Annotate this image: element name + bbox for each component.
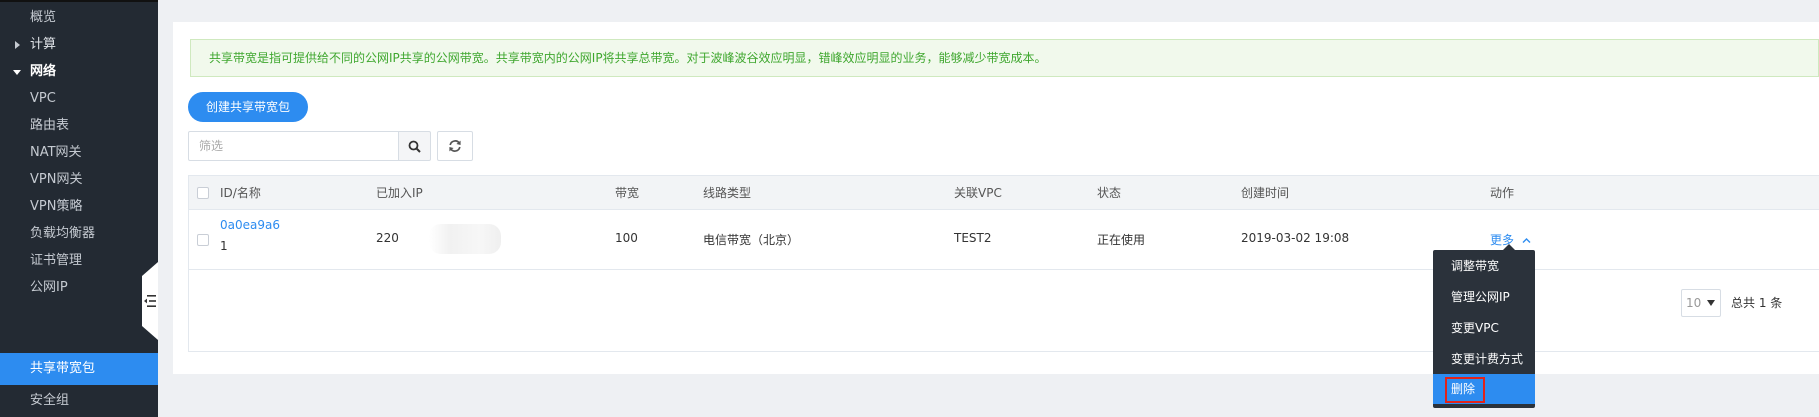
page-size-value: 10 <box>1686 296 1702 310</box>
line-type: 电信带宽（北京） <box>703 233 800 247</box>
column-header-created[interactable]: 创建时间 <box>1241 176 1289 210</box>
app-root: 概览 计算 网络 VPC 路由表 NAT网关 VPN网关 VPN策略 负载均衡器 <box>0 0 1819 417</box>
sidebar-item-shared-bandwidth[interactable]: 共享带宽包 <box>0 353 158 385</box>
menu-item-change-billing[interactable]: 变更计费方式 <box>1433 344 1535 374</box>
search-icon <box>408 140 421 153</box>
column-header-id-name[interactable]: ID/名称 <box>220 176 261 210</box>
sidebar-item-label: VPN策略 <box>30 199 83 214</box>
sidebar-item-label: 公网IP <box>30 280 68 295</box>
sidebar: 概览 计算 网络 VPC 路由表 NAT网关 VPN网关 VPN策略 负载均衡器 <box>0 0 158 417</box>
row-checkbox[interactable] <box>197 234 209 246</box>
menu-item-label: 管理公网IP <box>1451 290 1510 304</box>
bandwidth-id-link[interactable]: 0a0ea9a6 <box>220 218 280 232</box>
sidebar-item-label: VPC <box>30 91 56 106</box>
ip-redaction <box>429 224 501 254</box>
menu-item-manage-public-ip[interactable]: 管理公网IP <box>1433 282 1535 312</box>
sidebar-item-label: 网络 <box>30 64 57 79</box>
main-panel: 共享带宽是指可提供给不同的公网IP共享的公网带宽。共享带宽内的公网IP将共享总带… <box>173 22 1819 374</box>
menu-caret <box>1503 244 1515 250</box>
bandwidth-name: 1 <box>220 239 228 253</box>
info-notice: 共享带宽是指可提供给不同的公网IP共享的公网带宽。共享带宽内的公网IP将共享总带… <box>190 39 1819 77</box>
menu-fold-icon <box>144 295 156 307</box>
menu-item-label: 变更VPC <box>1451 321 1499 335</box>
menu-item-label: 变更计费方式 <box>1451 352 1524 366</box>
page-size-select[interactable]: 10 <box>1681 289 1721 317</box>
sidebar-item-label: 计算 <box>30 37 57 52</box>
menu-item-change-vpc[interactable]: 变更VPC <box>1433 313 1535 343</box>
shared-bandwidth-table: ID/名称 已加入IP 带宽 线路类型 关联VPC 状态 创建时间 动作 0a0… <box>188 175 1819 352</box>
table-row: 0a0ea9a6 1 220 100 电信带宽（北京） TEST2 正在使用 2… <box>189 210 1819 270</box>
bandwidth-value: 100 <box>615 231 638 245</box>
total-count: 总共 1 条 <box>1731 296 1783 310</box>
column-header-vpc[interactable]: 关联VPC <box>954 176 1002 210</box>
filter-input[interactable] <box>188 131 399 161</box>
more-actions-menu: 调整带宽 管理公网IP 变更VPC 变更计费方式 删除 <box>1433 244 1535 408</box>
sidebar-item-public-ip[interactable]: 公网IP <box>0 272 158 304</box>
chevron-up-icon <box>1522 238 1531 243</box>
column-header-ip[interactable]: 已加入IP <box>376 176 423 210</box>
column-header-bandwidth[interactable]: 带宽 <box>615 176 639 210</box>
column-header-line-type[interactable]: 线路类型 <box>703 176 751 210</box>
sidebar-item-label: VPN网关 <box>30 172 83 187</box>
status-text: 正在使用 <box>1097 233 1146 247</box>
sidebar-item-label: 共享带宽包 <box>30 361 96 376</box>
sidebar-item-label: 证书管理 <box>30 253 83 268</box>
created-time: 2019-03-02 19:08 <box>1241 231 1350 245</box>
menu-item-label: 删除 <box>1451 382 1476 396</box>
create-shared-bandwidth-button[interactable]: 创建共享带宽包 <box>188 92 308 122</box>
select-all-checkbox[interactable] <box>197 187 209 199</box>
menu-item-delete[interactable]: 删除 <box>1433 374 1535 404</box>
refresh-icon <box>449 140 461 152</box>
sidebar-item-security-group[interactable]: 安全组 <box>0 385 158 417</box>
sidebar-item-label: NAT网关 <box>30 145 82 160</box>
dropdown-arrow-icon <box>1707 300 1715 306</box>
menu-item-label: 调整带宽 <box>1451 259 1500 273</box>
menu-item-adjust-bandwidth[interactable]: 调整带宽 <box>1433 251 1535 281</box>
sidebar-item-label: 负载均衡器 <box>30 226 96 241</box>
column-header-status[interactable]: 状态 <box>1097 176 1121 210</box>
sidebar-item-label: 路由表 <box>30 118 70 133</box>
table-header: ID/名称 已加入IP 带宽 线路类型 关联VPC 状态 创建时间 动作 <box>189 176 1819 210</box>
refresh-button[interactable] <box>437 131 473 161</box>
joined-ip: 220 <box>376 231 399 245</box>
sidebar-item-label: 概览 <box>30 10 57 25</box>
sidebar-item-label: 安全组 <box>30 393 70 408</box>
linked-vpc: TEST2 <box>954 231 992 245</box>
search-button[interactable] <box>398 131 431 161</box>
column-header-action: 动作 <box>1490 186 1515 200</box>
